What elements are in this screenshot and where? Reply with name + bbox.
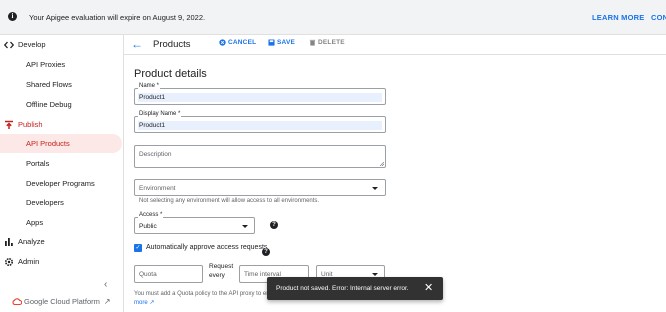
cancel-icon (219, 39, 226, 46)
quota-placeholder: Quota (139, 271, 157, 278)
environment-placeholder: Environment (139, 185, 176, 192)
sidebar-item-apps[interactable]: Apps (0, 213, 122, 232)
evaluation-banner: i Your Apigee evaluation will expire on … (0, 0, 666, 35)
cloud-logo-icon (12, 298, 22, 305)
delete-button[interactable]: DELETE (309, 39, 345, 46)
publish-icon (4, 120, 14, 130)
snackbar-message: Product not saved. Error: Internal serve… (276, 285, 409, 292)
cancel-label: CANCEL (228, 39, 257, 46)
auto-approve-checkbox[interactable]: ✓ (134, 244, 142, 252)
sidebar-item-developer-programs[interactable]: Developer Programs (0, 174, 122, 193)
save-label: SAVE (277, 39, 296, 46)
close-icon[interactable]: ✕ (424, 281, 433, 294)
bar-chart-icon (4, 237, 14, 247)
name-value: Product1 (138, 93, 382, 102)
sidebar-item-label: Develop (18, 40, 46, 49)
sidebar-item-label: Apps (26, 218, 44, 227)
sidebar-item-label: Portals (26, 159, 50, 168)
display-name-label: Display Name * (138, 111, 182, 117)
info-icon: i (8, 12, 17, 21)
sidebar-item-offline-debug[interactable]: Offline Debug (0, 95, 122, 114)
resize-handle-icon[interactable] (380, 162, 384, 166)
access-value: Public (139, 223, 157, 230)
toolbar: ← Products CANCEL SAVE DELETE (124, 35, 666, 55)
description-placeholder: Description (139, 151, 172, 158)
sidebar-item-shared-flows[interactable]: Shared Flows (0, 75, 122, 94)
help-icon[interactable]: ? (270, 221, 278, 229)
continue-link[interactable]: CONT (651, 13, 666, 22)
sidebar-item-label: Developers (26, 198, 64, 207)
code-icon (3, 40, 15, 50)
environment-hint: Not selecting any environment will allow… (139, 198, 320, 204)
external-link-icon: ↗ (103, 297, 111, 306)
chevron-down-icon (242, 225, 248, 228)
auto-approve-label: Automatically approve access requests (146, 244, 268, 251)
access-select[interactable]: Access * Public (134, 212, 255, 234)
save-icon (268, 39, 275, 46)
gear-icon (4, 257, 14, 267)
page-title: Products (153, 39, 191, 50)
sidebar-item-admin[interactable]: Admin (0, 252, 122, 271)
sidebar-item-label: Developer Programs (26, 179, 95, 188)
collapse-sidebar-icon[interactable]: ‹ (104, 279, 107, 290)
sidebar-item-publish[interactable]: Publish (0, 115, 122, 134)
chevron-down-icon (372, 273, 378, 276)
section-title: Product details (134, 68, 207, 80)
sidebar-item-label: Publish (18, 120, 43, 129)
external-link-icon: ↗ (149, 300, 155, 306)
quota-more-label: more (134, 300, 148, 306)
sidebar-item-analyze[interactable]: Analyze (0, 232, 122, 251)
sidebar-item-api-proxies[interactable]: API Proxies (0, 55, 122, 74)
gcp-footer[interactable]: Google Cloud Platform ↗ (12, 297, 111, 306)
gcp-footer-label: Google Cloud Platform (24, 297, 100, 306)
environment-select[interactable]: Environment (134, 179, 386, 196)
cancel-button[interactable]: CANCEL (219, 39, 256, 46)
sidebar-item-label: Offline Debug (26, 100, 72, 109)
banner-message: Your Apigee evaluation will expire on Au… (29, 13, 206, 22)
display-name-field[interactable]: Display Name * Product1 (134, 111, 386, 133)
sidebar-item-label: Analyze (18, 237, 45, 246)
delete-label: DELETE (318, 39, 345, 46)
request-every-label-line2: every (209, 272, 225, 279)
chevron-down-icon (372, 187, 378, 190)
name-field[interactable]: Name * Product1 (134, 83, 386, 105)
sidebar-item-label: Shared Flows (26, 80, 72, 89)
access-label: Access * (138, 212, 164, 218)
display-name-value: Product1 (138, 121, 382, 130)
back-arrow-icon[interactable]: ← (131, 37, 143, 51)
help-icon[interactable]: ? (262, 248, 270, 256)
sidebar-item-developers[interactable]: Developers (0, 193, 122, 212)
sidebar-item-label: API Products (26, 139, 70, 148)
quota-field[interactable]: Quota (134, 265, 203, 283)
quota-more-link[interactable]: more ↗ (134, 299, 154, 306)
description-field[interactable]: Description (134, 145, 386, 168)
sidebar-item-api-products[interactable]: API Products (0, 134, 122, 153)
quota-note: You must add a Quota policy to the API p… (134, 291, 270, 297)
learn-more-link[interactable]: LEARN MORE (592, 13, 644, 22)
sidebar-item-label: Admin (18, 257, 40, 266)
sidebar-item-label: API Proxies (26, 60, 66, 69)
request-every-label-line1: Request (209, 263, 234, 270)
name-label: Name * (138, 83, 161, 89)
sidebar: Develop API Proxies Shared Flows Offline… (0, 35, 124, 312)
delete-icon (309, 39, 316, 46)
sidebar-item-develop[interactable]: Develop (0, 35, 122, 54)
error-snackbar: Product not saved. Error: Internal serve… (267, 277, 443, 300)
sidebar-item-portals[interactable]: Portals (0, 154, 122, 173)
save-button[interactable]: SAVE (268, 39, 295, 46)
